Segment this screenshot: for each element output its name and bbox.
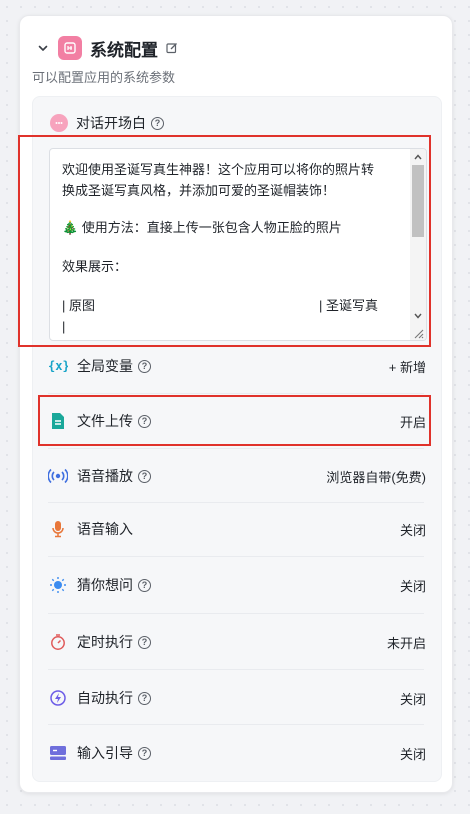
edit-icon[interactable]: [166, 41, 180, 55]
divider: [48, 613, 424, 614]
lightbulb-icon: [48, 575, 68, 595]
row-value[interactable]: 关闭: [400, 744, 426, 763]
panel-header: 系统配置: [36, 36, 180, 60]
chevron-down-icon[interactable]: [36, 41, 50, 55]
row-value[interactable]: 关闭: [400, 576, 426, 595]
help-icon[interactable]: ?: [138, 635, 151, 649]
help-icon[interactable]: ?: [138, 691, 151, 705]
timer-icon: [48, 632, 68, 652]
row-voice-input[interactable]: 语音输入 关闭: [48, 502, 426, 556]
divider: [48, 669, 424, 670]
variable-icon: {x}: [48, 356, 68, 376]
divider: [48, 724, 424, 725]
row-label: 输入引导: [77, 745, 133, 761]
row-global-variables[interactable]: {x} 全局变量 ? + 新增: [48, 339, 426, 393]
help-icon[interactable]: ?: [151, 116, 164, 130]
add-variable-button[interactable]: + 新增: [389, 357, 426, 376]
lightning-icon: [48, 688, 68, 708]
speaker-icon: [48, 466, 68, 486]
help-icon[interactable]: ?: [138, 469, 151, 483]
row-label: 猜你想问: [77, 577, 133, 593]
app-config-icon: [58, 36, 82, 60]
help-icon[interactable]: ?: [138, 578, 151, 592]
row-label: 自动执行: [77, 690, 133, 706]
row-auto-run[interactable]: 自动执行 ? 关闭: [48, 671, 426, 725]
row-label: 语音输入: [77, 521, 133, 537]
row-label: 语音播放: [77, 468, 133, 484]
help-icon[interactable]: ?: [138, 359, 151, 373]
row-voice-playback[interactable]: 语音播放 ? 浏览器自带(免费): [48, 449, 426, 503]
microphone-icon: [48, 519, 68, 539]
row-input-guide[interactable]: 输入引导 ? 关闭: [48, 726, 426, 780]
help-icon[interactable]: ?: [138, 746, 151, 760]
row-label: 定时执行: [77, 634, 133, 650]
chat-bubble-icon: [50, 114, 68, 132]
svg-text:{x}: {x}: [48, 359, 68, 373]
divider: [48, 556, 424, 557]
highlight-box: [38, 395, 431, 446]
row-value[interactable]: 浏览器自带(免费): [326, 467, 426, 486]
highlight-box: [18, 135, 431, 347]
row-value[interactable]: 未开启: [387, 633, 426, 652]
opening-label: 对话开场白: [76, 115, 146, 131]
row-value[interactable]: 关闭: [400, 520, 426, 539]
row-label: 全局变量: [77, 358, 133, 374]
row-suggested-questions[interactable]: 猜你想问 ? 关闭: [48, 558, 426, 612]
panel-title: 系统配置: [90, 40, 158, 60]
row-scheduled-run[interactable]: 定时执行 ? 未开启: [48, 615, 426, 669]
row-value[interactable]: 关闭: [400, 689, 426, 708]
keyboard-icon: [48, 743, 68, 763]
opening-header: 对话开场白 ?: [50, 113, 164, 133]
panel-subtitle: 可以配置应用的系统参数: [32, 70, 176, 85]
